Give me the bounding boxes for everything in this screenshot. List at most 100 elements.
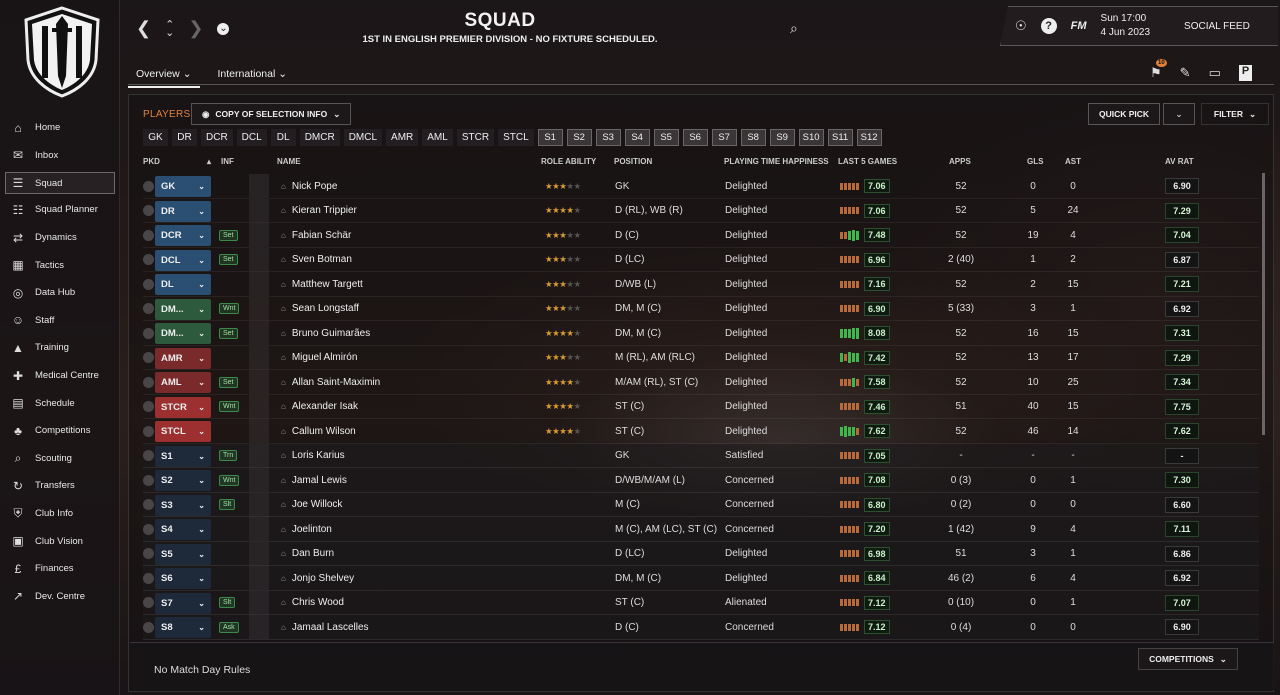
row-checkbox[interactable]: [143, 370, 155, 394]
position-selector[interactable]: DR ⌄: [155, 200, 211, 222]
row-checkbox[interactable]: [143, 493, 155, 517]
paypal-icon[interactable]: P: [1238, 65, 1253, 81]
position-selector[interactable]: STCR ⌄: [155, 396, 211, 418]
position-selector[interactable]: AML ⌄: [155, 372, 211, 393]
sub-chip[interactable]: S6: [682, 129, 708, 146]
player-name-cell[interactable]: ⌂ Chris Wood: [281, 591, 344, 615]
position-selector[interactable]: S6 ⌄: [155, 568, 211, 589]
social-feed-button[interactable]: SOCIAL FEED: [1184, 21, 1250, 32]
sub-chip[interactable]: S2: [566, 129, 592, 146]
sidebar-item-competitions[interactable]: ♣ Competitions: [0, 417, 120, 445]
position-chip[interactable]: DL: [270, 129, 296, 146]
table-row[interactable]: DM... ⌄ Wnt ⌂ Sean Longstaff ★ ★ ★ ★ ★ DM, M (C) De…: [143, 296, 1259, 321]
fm-logo[interactable]: FM: [1071, 20, 1087, 32]
position-chip[interactable]: GK: [143, 129, 168, 146]
sidebar-item-inbox[interactable]: ✉ Inbox: [0, 142, 120, 170]
col-role-ability[interactable]: ROLE ABILITY: [541, 157, 596, 166]
sub-chip[interactable]: S10: [798, 129, 824, 146]
row-checkbox[interactable]: [143, 615, 155, 639]
col-ast[interactable]: AST: [1065, 157, 1081, 166]
table-row[interactable]: S3 ⌄ Slt ⌂ Joe Willock M (C) Concerned 6.80 0 (2…: [143, 492, 1259, 517]
position-chip[interactable]: DCR: [201, 129, 233, 146]
notifications-icon[interactable]: ⚑ 10: [1150, 59, 1167, 81]
sub-chip[interactable]: S11: [827, 129, 853, 146]
sidebar-item-schedule[interactable]: ▤ Schedule: [0, 389, 120, 417]
game-date[interactable]: Sun 17:00 4 Jun 2023: [1101, 12, 1151, 40]
row-checkbox[interactable]: [143, 419, 155, 443]
player-name-cell[interactable]: ⌂ Dan Burn: [281, 542, 334, 566]
sidebar-item-club-info[interactable]: ⛨ Club Info: [0, 500, 120, 528]
sidebar-item-dynamics[interactable]: ⇄ Dynamics: [0, 224, 120, 252]
sidebar-item-dev-centre[interactable]: ↗ Dev. Centre: [0, 583, 120, 611]
player-name-cell[interactable]: ⌂ Jamal Lewis: [281, 468, 347, 492]
player-name-cell[interactable]: ⌂ Sven Botman: [281, 248, 352, 272]
sub-chip[interactable]: S7: [711, 129, 737, 146]
position-selector[interactable]: DM... ⌄: [155, 298, 211, 320]
table-row[interactable]: AML ⌄ Set ⌂ Allan Saint-Maximin ★ ★ ★ ★ ★ M/AM (RL…: [143, 370, 1259, 395]
player-name-cell[interactable]: ⌂ Loris Karius: [281, 444, 345, 468]
position-chip[interactable]: DCL: [236, 129, 267, 146]
sub-chip[interactable]: S12: [856, 129, 882, 146]
row-checkbox[interactable]: [143, 297, 155, 321]
sub-chip[interactable]: S4: [624, 129, 650, 146]
table-row[interactable]: DM... ⌄ Set ⌂ Bruno Guimarães ★ ★ ★ ★ ★ DM, M (C) D…: [143, 321, 1259, 346]
row-checkbox[interactable]: [143, 444, 155, 468]
row-checkbox[interactable]: [143, 199, 155, 223]
help-icon[interactable]: ?: [1040, 18, 1057, 34]
col-av-rat[interactable]: AV RAT: [1165, 157, 1194, 166]
table-row[interactable]: DCR ⌄ Set ⌂ Fabian Schär ★ ★ ★ ★ ★ D (C) Delighted 7…: [143, 223, 1259, 248]
club-crest-logo[interactable]: [22, 6, 102, 98]
table-row[interactable]: DCL ⌄ Set ⌂ Sven Botman ★ ★ ★ ★ ★ D (LC) Delighted 6…: [143, 247, 1259, 272]
sidebar-item-home[interactable]: ⌂ Home: [0, 114, 120, 142]
copy-selection-button[interactable]: ◉ COPY OF SELECTION INFO ⌄: [191, 103, 352, 125]
table-row[interactable]: S5 ⌄ ⌂ Dan Burn D (LC) Delighted 6.98 51 3 1 6.86: [143, 541, 1259, 566]
match-day-rules[interactable]: No Match Day Rules: [154, 664, 250, 676]
row-checkbox[interactable]: [143, 272, 155, 296]
row-checkbox[interactable]: [143, 174, 155, 198]
col-gls[interactable]: GLS: [1027, 157, 1043, 166]
position-selector[interactable]: STCL ⌄: [155, 421, 211, 442]
col-inf[interactable]: INF: [221, 157, 234, 166]
position-selector[interactable]: S4 ⌄: [155, 519, 211, 540]
player-name-cell[interactable]: ⌂ Callum Wilson: [281, 419, 356, 443]
table-row[interactable]: DL ⌄ ⌂ Matthew Targett ★ ★ ★ ★ ★ D/WB (L) Delighte…: [143, 272, 1259, 297]
position-selector[interactable]: AMR ⌄: [155, 347, 211, 369]
table-row[interactable]: STCL ⌄ ⌂ Callum Wilson ★ ★ ★ ★ ★ ST (C) Delighted 7…: [143, 419, 1259, 444]
player-name-cell[interactable]: ⌂ Matthew Targett: [281, 272, 363, 296]
row-checkbox[interactable]: [143, 395, 155, 419]
position-chip[interactable]: DMCL: [343, 129, 383, 146]
globe-icon[interactable]: ☉: [1015, 18, 1027, 34]
position-selector[interactable]: GK ⌄: [155, 176, 211, 197]
position-selector[interactable]: DL ⌄: [155, 274, 211, 295]
table-row[interactable]: S2 ⌄ Wnt ⌂ Jamal Lewis D/WB/M/AM (L) Concerned…: [143, 468, 1259, 493]
position-chip[interactable]: AML: [422, 129, 453, 146]
position-selector[interactable]: S7 ⌄: [155, 592, 211, 614]
row-checkbox[interactable]: [143, 223, 155, 247]
table-row[interactable]: STCR ⌄ Wnt ⌂ Alexander Isak ★ ★ ★ ★ ★ ST (C) Deligh…: [143, 394, 1259, 419]
search-icon[interactable]: ⌕: [790, 20, 798, 37]
row-checkbox[interactable]: [143, 542, 155, 566]
col-pkd[interactable]: PKD: [143, 157, 160, 166]
row-checkbox[interactable]: [143, 517, 155, 541]
player-name-cell[interactable]: ⌂ Joelinton: [281, 517, 332, 541]
position-selector[interactable]: DM... ⌄: [155, 323, 211, 344]
sidebar-item-medical-centre[interactable]: ✚ Medical Centre: [0, 362, 120, 390]
position-chip[interactable]: STCR: [456, 129, 495, 146]
sidebar-item-staff[interactable]: ☺ Staff: [0, 307, 120, 335]
col-apps[interactable]: APPS: [949, 157, 971, 166]
player-name-cell[interactable]: ⌂ Bruno Guimarães: [281, 321, 370, 345]
position-chip[interactable]: AMR: [386, 129, 419, 146]
sidebar-item-squad[interactable]: ☰ Squad: [5, 172, 115, 195]
row-checkbox[interactable]: [143, 591, 155, 615]
table-row[interactable]: S4 ⌄ ⌂ Joelinton M (C), AM (LC), ST (C) Conce…: [143, 517, 1259, 542]
sidebar-item-tactics[interactable]: ▦ Tactics: [0, 251, 120, 279]
filter-button[interactable]: FILTER ⌄: [1201, 103, 1269, 125]
sub-chip[interactable]: S1: [537, 129, 563, 146]
sort-arrow-icon[interactable]: ▴: [207, 157, 211, 166]
table-row[interactable]: GK ⌄ ⌂ Nick Pope ★ ★ ★ ★ ★ GK Delighted 7.06 52 0 0 6.9…: [143, 174, 1259, 199]
position-selector[interactable]: DCL ⌄: [155, 249, 211, 271]
table-row[interactable]: AMR ⌄ ⌂ Miguel Almirón ★ ★ ★ ★ ★ M (RL), AM (RLC)…: [143, 345, 1259, 370]
position-selector[interactable]: DCR ⌄: [155, 225, 211, 246]
player-name-cell[interactable]: ⌂ Alexander Isak: [281, 395, 358, 419]
competitions-button[interactable]: COMPETITIONS ⌄: [1138, 648, 1238, 670]
